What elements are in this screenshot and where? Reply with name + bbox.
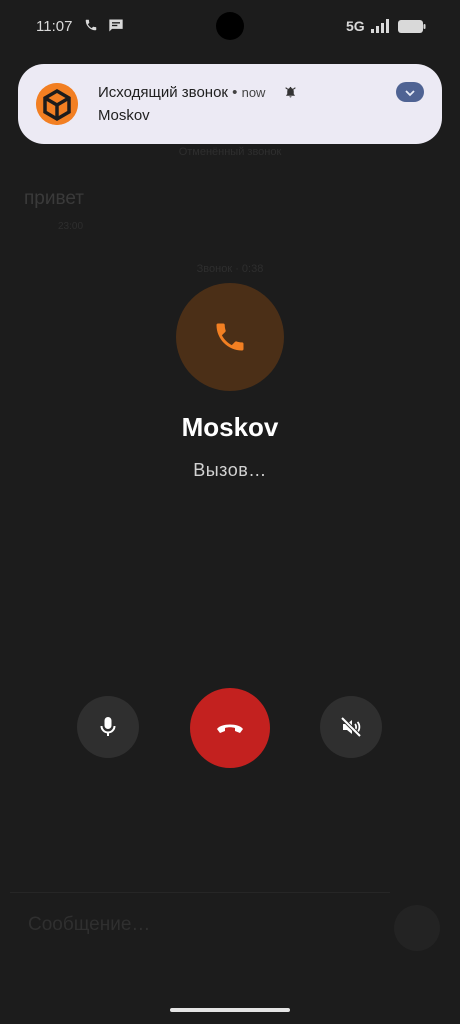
notification-title: Исходящий звонок bbox=[98, 84, 228, 101]
status-bar: 11:07 5G bbox=[0, 0, 460, 52]
chevron-down-icon bbox=[404, 86, 416, 104]
phone-icon bbox=[212, 319, 248, 360]
front-camera bbox=[216, 12, 244, 40]
message-icon bbox=[108, 18, 124, 38]
end-call-button[interactable] bbox=[190, 688, 270, 768]
speaker-button[interactable] bbox=[320, 696, 382, 758]
system-message-cancelled-call: Отменённый звонок bbox=[178, 146, 282, 158]
network-type: 5G bbox=[346, 18, 365, 34]
notification-separator: • bbox=[232, 84, 238, 101]
call-avatar bbox=[176, 283, 284, 391]
notification-expand-button[interactable] bbox=[396, 82, 424, 102]
input-divider bbox=[10, 892, 390, 893]
system-message-call: Звонок · 0:38 bbox=[196, 263, 264, 275]
caller-name: Moskov bbox=[181, 412, 279, 442]
background-chat: Отменённый звонок привет 23:00 Звонок · … bbox=[0, 0, 460, 1024]
message-time: 23:00 bbox=[58, 221, 84, 232]
notification-card[interactable]: Исходящий звонок • now Moskov bbox=[18, 64, 442, 144]
app-logo-icon bbox=[36, 83, 78, 125]
message-text: привет bbox=[24, 188, 84, 209]
notification-title-row: Исходящий звонок • now bbox=[98, 84, 265, 101]
battery-icon bbox=[398, 20, 426, 38]
signal-icon bbox=[370, 19, 392, 38]
message-input[interactable]: Сообщение… bbox=[28, 914, 150, 936]
bell-icon bbox=[284, 85, 297, 104]
notification-time: now bbox=[241, 85, 266, 100]
call-status: Вызов… bbox=[193, 460, 267, 480]
home-indicator[interactable] bbox=[170, 1008, 290, 1012]
notification-subtitle: Moskov bbox=[98, 107, 150, 124]
mute-button[interactable] bbox=[77, 696, 139, 758]
status-time: 11:07 bbox=[36, 18, 73, 35]
phone-icon bbox=[84, 18, 98, 37]
send-button[interactable] bbox=[394, 905, 440, 951]
